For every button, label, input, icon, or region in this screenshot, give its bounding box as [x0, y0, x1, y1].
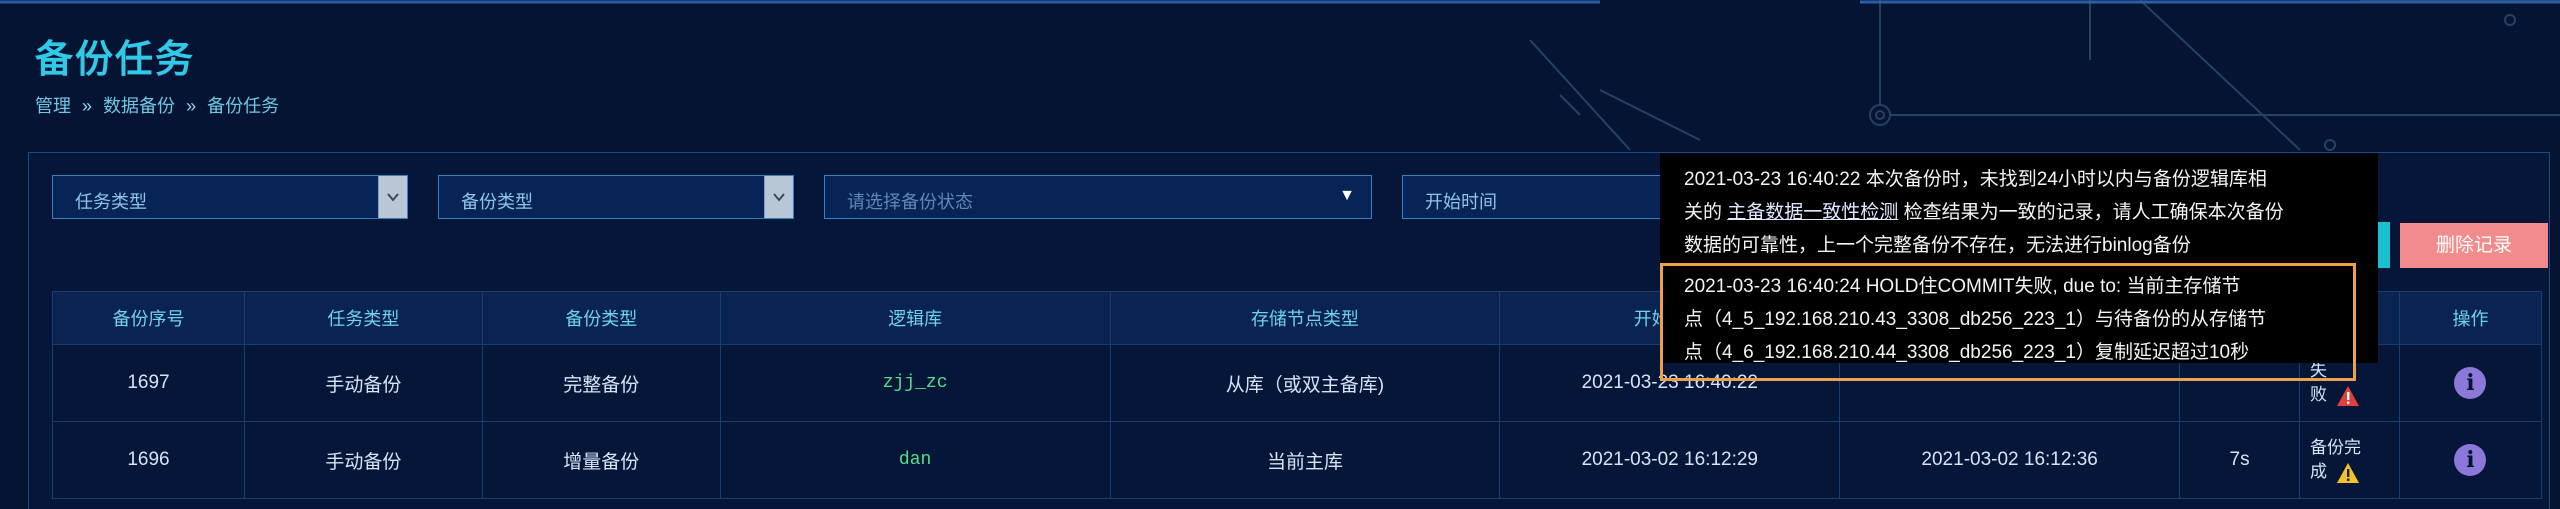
task-type-cell: 手动备份	[243, 421, 483, 499]
actions-cell: i	[2398, 421, 2543, 499]
breadcrumb-separator: »	[186, 96, 197, 116]
actions-cell: i	[2398, 344, 2543, 422]
consistency-check-link[interactable]: 主备数据一致性检测	[1727, 202, 1898, 223]
tooltip-line: 数据的可靠性，上一个完整备份不存在，无法进行binlog备份	[1684, 235, 2191, 256]
column-header[interactable]: 备份类型	[481, 291, 721, 345]
column-header[interactable]: 操作	[2398, 291, 2543, 345]
breadcrumb-item-manage[interactable]: 管理	[35, 96, 71, 116]
backup-type-select-value: 备份类型	[461, 192, 533, 212]
status-text: 备份完	[2310, 438, 2362, 457]
delete-records-button[interactable]: 删除记录	[2400, 223, 2548, 268]
backup-type-cell: 增量备份	[481, 421, 721, 499]
chevron-down-icon	[378, 176, 407, 218]
page-title: 备份任务	[35, 39, 196, 81]
status-text: 败	[2310, 385, 2328, 404]
status-text: 成	[2310, 462, 2328, 481]
breadcrumb-separator: »	[82, 96, 93, 116]
task-type-cell: 手动备份	[243, 344, 483, 422]
task-type-select-value: 任务类型	[75, 192, 147, 212]
backup-id-cell: 1696	[52, 421, 245, 499]
tooltip-text: 检查结果为一致的记录，请人工确保本次备份	[1903, 202, 2284, 223]
end-time-cell: 2021-03-02 16:12:36	[1839, 421, 2181, 499]
error-warning-icon[interactable]	[2336, 385, 2360, 407]
info-icon[interactable]: i	[2454, 444, 2487, 476]
backup-id-cell: 1697	[52, 344, 245, 422]
logic-db-cell: dan	[719, 421, 1111, 499]
logic-db-cell: zjj_zc	[719, 344, 1111, 422]
node-type-cell: 从库（或双主备库)	[1109, 344, 1501, 422]
tooltip-text: 关的	[1684, 202, 1723, 223]
backup-type-cell: 完整备份	[481, 344, 721, 422]
node-type-cell: 当前主库	[1109, 421, 1501, 499]
column-header[interactable]: 存储节点类型	[1109, 291, 1501, 345]
column-header[interactable]: 备份序号	[52, 291, 245, 345]
breadcrumb-item-data-backup[interactable]: 数据备份	[103, 96, 175, 116]
task-type-select[interactable]: 任务类型	[52, 175, 408, 219]
highlight-box	[1660, 263, 2356, 381]
backup-status-select[interactable]: 请选择备份状态 ▼	[824, 175, 1372, 219]
tooltip-line: 关的 主备数据一致性检测 检查结果为一致的记录，请人工确保本次备份	[1684, 196, 2354, 229]
info-icon[interactable]: i	[2454, 367, 2487, 399]
backup-type-select[interactable]: 备份类型	[438, 175, 794, 219]
warning-icon[interactable]	[2336, 462, 2360, 484]
breadcrumb: 管理 » 数据备份 » 备份任务	[35, 92, 285, 118]
tooltip-line: 2021-03-23 16:40:22 本次备份时，未找到24小时以内与备份逻辑…	[1684, 169, 2267, 190]
breadcrumb-item-backup-task: 备份任务	[207, 96, 280, 116]
status-cell[interactable]: 备份完 成	[2299, 421, 2400, 499]
column-header[interactable]: 逻辑库	[719, 291, 1111, 345]
table-row: 1696 手动备份 增量备份 dan 当前主库 2021-03-02 16:12…	[52, 421, 2543, 499]
start-time-input-label: 开始时间	[1425, 192, 1497, 212]
start-time-cell: 2021-03-02 16:12:29	[1499, 421, 1841, 499]
column-header[interactable]: 任务类型	[243, 291, 483, 345]
chevron-down-icon	[764, 176, 793, 218]
backup-status-placeholder: 请选择备份状态	[847, 192, 973, 212]
duration-cell: 7s	[2179, 421, 2301, 499]
caret-down-icon: ▼	[1339, 187, 1355, 204]
start-time-input[interactable]: 开始时间	[1402, 175, 1672, 219]
